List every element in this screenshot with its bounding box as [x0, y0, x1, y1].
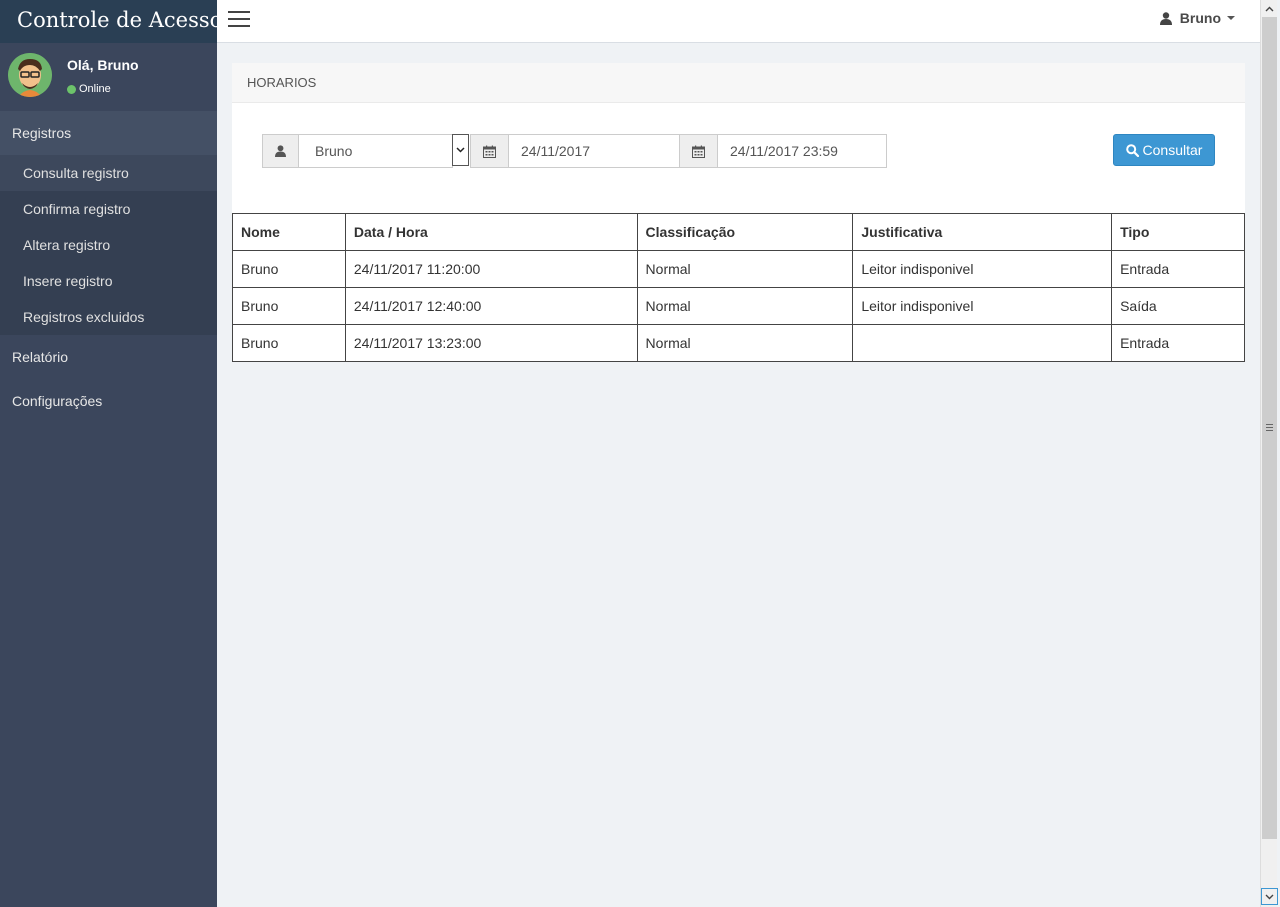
column-header-tipo[interactable]: Tipo	[1111, 213, 1245, 251]
cell-classificacao: Normal	[636, 287, 854, 325]
sidebar-item-confirma-registro[interactable]: Confirma registro	[0, 191, 217, 227]
column-header-classificacao[interactable]: Classificação	[636, 213, 854, 251]
end-date-addon	[679, 134, 718, 168]
sidebar-item-altera-registro[interactable]: Altera registro	[0, 227, 217, 263]
cell-nome: Bruno	[232, 324, 346, 362]
column-header-data-hora[interactable]: Data / Hora	[344, 213, 638, 251]
sidebar-item-registros[interactable]: Registros	[0, 111, 217, 155]
sidebar-item-relatorio[interactable]: Relatório	[0, 335, 217, 379]
sidebar-item-configuracoes[interactable]: Configurações	[0, 379, 217, 423]
cell-classificacao: Normal	[636, 324, 854, 362]
consultar-label: Consultar	[1142, 142, 1203, 158]
avatar	[8, 53, 52, 97]
column-header-justificativa[interactable]: Justificativa	[852, 213, 1113, 251]
user-select[interactable]: Bruno	[298, 134, 453, 168]
user-profile: Olá, Bruno Online	[0, 43, 217, 111]
sidebar: Controle de Acesso Olá, Bruno Online Reg…	[0, 0, 217, 907]
cell-data-hora: 24/11/2017 13:23:00	[344, 324, 638, 362]
cell-data-hora: 24/11/2017 11:20:00	[344, 250, 638, 288]
table-row[interactable]: Bruno 24/11/2017 11:20:00 Normal Leitor …	[232, 250, 1245, 288]
cell-nome: Bruno	[232, 287, 346, 325]
user-dropdown[interactable]: Bruno	[1159, 10, 1235, 26]
cell-justificativa: Leitor indisponivel	[852, 250, 1113, 288]
start-date-addon	[470, 134, 509, 168]
status-label: Online	[79, 83, 111, 95]
calendar-icon	[692, 145, 705, 158]
cell-tipo: Entrada	[1111, 250, 1245, 288]
scroll-up-icon[interactable]	[1261, 0, 1278, 17]
registros-submenu: Consulta registro Confirma registro Alte…	[0, 155, 217, 335]
grip-icon	[1266, 423, 1273, 433]
start-date-input[interactable]: 24/11/2017	[508, 134, 680, 168]
cell-tipo: Entrada	[1111, 324, 1245, 362]
panel-title: HORARIOS	[232, 63, 1245, 103]
top-navbar: Bruno	[217, 0, 1260, 43]
vertical-scrollbar[interactable]	[1260, 0, 1278, 907]
cell-justificativa	[852, 324, 1113, 362]
online-status: Online	[67, 83, 111, 95]
scroll-thumb[interactable]	[1262, 17, 1277, 839]
user-name: Bruno	[1179, 10, 1221, 26]
end-date-input[interactable]: 24/11/2017 23:59	[717, 134, 887, 168]
cell-justificativa: Leitor indisponivel	[852, 287, 1113, 325]
menu-icon[interactable]	[228, 11, 250, 27]
records-table: Nome Data / Hora Classificação Justifica…	[232, 213, 1245, 362]
user-addon	[262, 134, 299, 168]
search-icon	[1125, 143, 1139, 157]
table-row[interactable]: Bruno 24/11/2017 13:23:00 Normal Entrada	[232, 324, 1245, 362]
user-icon	[275, 145, 286, 157]
status-dot-icon	[67, 84, 76, 94]
caret-down-icon	[1227, 16, 1235, 20]
cell-nome: Bruno	[232, 250, 346, 288]
cell-tipo: Saída	[1111, 287, 1245, 325]
user-icon	[1159, 11, 1172, 25]
column-header-nome[interactable]: Nome	[232, 213, 346, 251]
table-header-row: Nome Data / Hora Classificação Justifica…	[232, 213, 1245, 251]
consultar-button[interactable]: Consultar	[1113, 134, 1215, 166]
chevron-down-icon[interactable]	[452, 134, 469, 166]
cell-classificacao: Normal	[636, 250, 854, 288]
cell-data-hora: 24/11/2017 12:40:00	[344, 287, 638, 325]
sidebar-item-consulta-registro[interactable]: Consulta registro	[0, 155, 217, 191]
sidebar-item-registros-excluidos[interactable]: Registros excluidos	[0, 299, 217, 335]
sidebar-item-insere-registro[interactable]: Insere registro	[0, 263, 217, 299]
greeting-text: Olá, Bruno	[67, 57, 139, 73]
app-title[interactable]: Controle de Acesso	[0, 0, 217, 43]
scroll-down-icon[interactable]	[1261, 888, 1278, 905]
table-row[interactable]: Bruno 24/11/2017 12:40:00 Normal Leitor …	[232, 287, 1245, 325]
calendar-icon	[483, 145, 496, 158]
